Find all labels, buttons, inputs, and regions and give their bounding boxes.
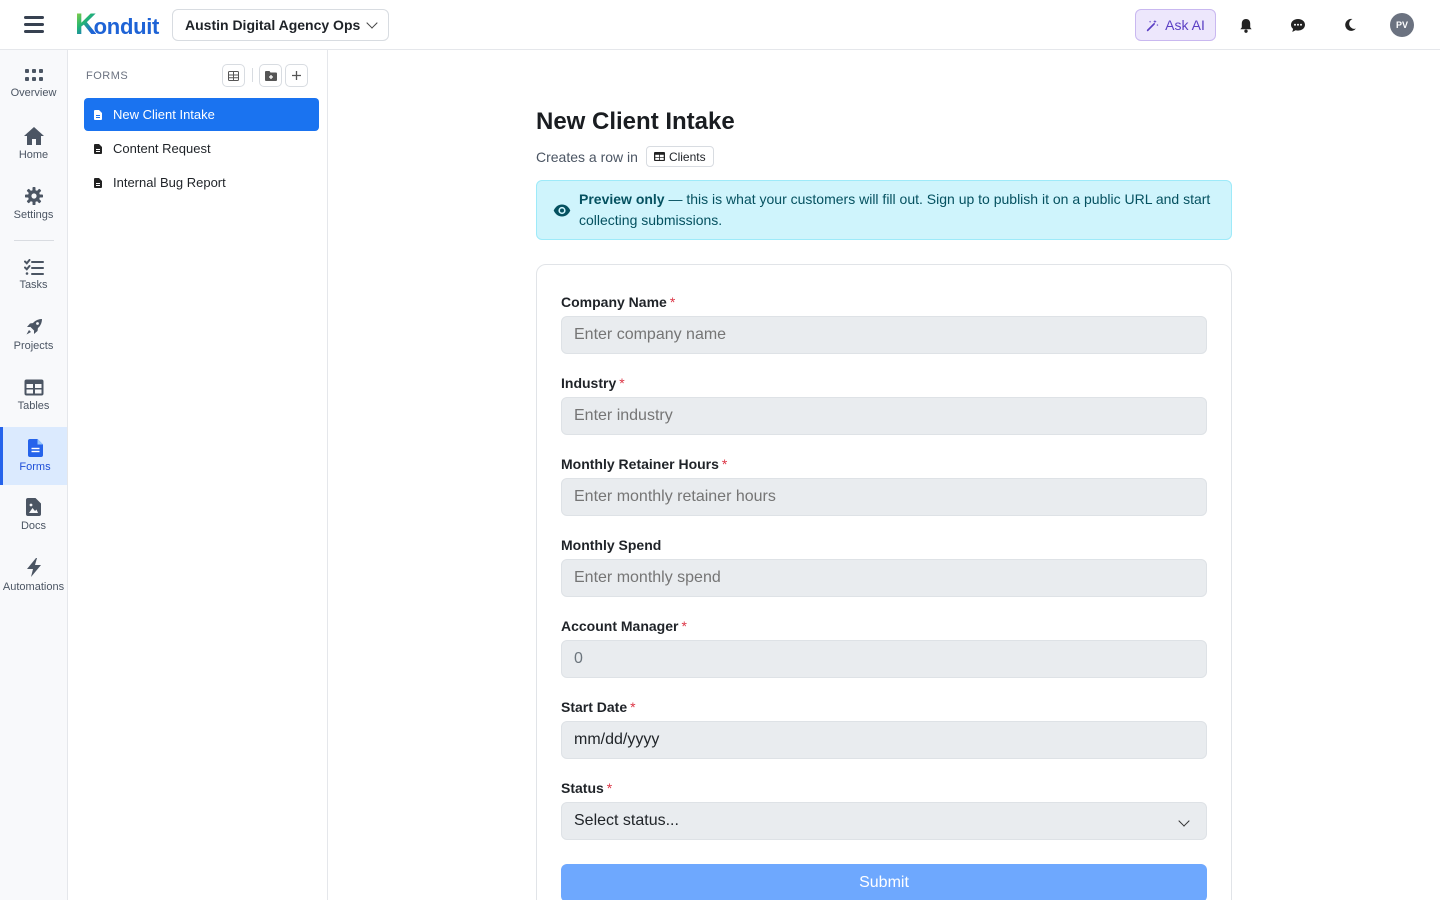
document-icon bbox=[94, 177, 102, 188]
bell-icon[interactable] bbox=[1236, 15, 1256, 35]
rail-item-tables[interactable]: Tables bbox=[0, 366, 67, 424]
creates-row-text: Creates a row in Clients bbox=[536, 146, 714, 167]
chevron-down-icon bbox=[1178, 815, 1190, 827]
table-icon bbox=[653, 152, 665, 161]
preview-text: Preview only — this is what your custome… bbox=[579, 189, 1211, 231]
company-name-label: Company Name * bbox=[561, 294, 676, 310]
doc-image-icon bbox=[26, 498, 41, 516]
rail-item-docs[interactable]: Docs bbox=[0, 486, 67, 544]
rail-item-overview[interactable]: Overview bbox=[0, 55, 67, 113]
required-marker: * bbox=[721, 456, 728, 472]
form-item-label: Content Request bbox=[113, 141, 211, 156]
industry-input[interactable] bbox=[561, 397, 1207, 435]
toolbar-divider bbox=[252, 68, 253, 82]
rocket-icon bbox=[26, 319, 42, 335]
rail-label: Automations bbox=[2, 580, 65, 593]
add-form-button[interactable] bbox=[285, 64, 308, 87]
table-icon bbox=[24, 379, 43, 395]
ask-ai-button[interactable]: Ask AI bbox=[1135, 9, 1216, 41]
account-manager-input[interactable]: 0 bbox=[561, 640, 1207, 678]
checklist-icon bbox=[23, 259, 44, 275]
avatar[interactable]: PV bbox=[1390, 13, 1414, 37]
table-chip[interactable]: Clients bbox=[645, 146, 714, 167]
moon-icon[interactable] bbox=[1340, 15, 1360, 35]
workspace-switcher[interactable]: Austin Digital Agency Ops bbox=[172, 9, 390, 41]
gear-icon bbox=[24, 187, 43, 205]
required-marker: * bbox=[681, 618, 687, 634]
rail-item-tasks[interactable]: Tasks bbox=[0, 246, 67, 304]
company-name-input[interactable] bbox=[561, 316, 1207, 354]
table-view-button[interactable] bbox=[222, 64, 245, 87]
start-date-input[interactable]: mm/dd/yyyy bbox=[561, 721, 1207, 759]
form-item-label: Internal Bug Report bbox=[113, 175, 226, 190]
account-manager-label: Account Manager * bbox=[561, 618, 687, 634]
monthly-spend-label: Monthly Spend bbox=[561, 537, 662, 553]
logo-text: onduit bbox=[93, 13, 160, 39]
required-marker: * bbox=[606, 780, 613, 796]
status-select[interactable]: Select status... bbox=[561, 802, 1207, 840]
rail-label: Tasks bbox=[19, 279, 48, 291]
document-icon bbox=[27, 439, 43, 457]
table-icon bbox=[228, 70, 239, 81]
rail-label: Overview bbox=[10, 87, 57, 99]
account-manager-value: 0 bbox=[574, 650, 583, 667]
rail-label: Projects bbox=[13, 340, 54, 352]
form-card: Company Name* Industry* Monthly Retainer… bbox=[536, 264, 1232, 900]
required-marker: * bbox=[630, 699, 636, 715]
rail-label: Tables bbox=[17, 399, 50, 412]
workspace-name: Austin Digital Agency Ops bbox=[185, 17, 361, 33]
eye-icon bbox=[553, 204, 571, 216]
bolt-icon bbox=[26, 557, 41, 577]
form-item-content-request[interactable]: Content Request bbox=[84, 132, 319, 165]
table-chip-label: Clients bbox=[668, 149, 706, 164]
chat-icon[interactable] bbox=[1288, 15, 1308, 35]
monthly-retainer-hours-label: Monthly Retainer Hours * bbox=[561, 456, 728, 472]
required-marker: * bbox=[669, 294, 676, 310]
submit-button[interactable]: Submit bbox=[561, 864, 1207, 900]
top-bar: Konduit Austin Digital Agency Ops Ask AI… bbox=[0, 0, 1440, 50]
monthly-spend-input[interactable] bbox=[561, 559, 1207, 597]
menu-icon[interactable] bbox=[24, 16, 44, 34]
creates-label: Creates a row in bbox=[536, 148, 638, 165]
rail-item-automations[interactable]: Automations bbox=[0, 546, 67, 604]
konduit-logo[interactable]: Konduit bbox=[75, 10, 160, 40]
required-marker: * bbox=[619, 375, 625, 391]
grid-dots-icon bbox=[24, 69, 43, 81]
document-icon bbox=[94, 143, 102, 154]
folder-plus-icon bbox=[264, 70, 277, 81]
preview-alert: Preview only — this is what your custome… bbox=[536, 180, 1232, 240]
panel-heading: FORMS bbox=[86, 70, 129, 82]
start-date-value: mm/dd/yyyy bbox=[574, 731, 660, 748]
status-label: Status * bbox=[561, 780, 613, 796]
rail-item-projects[interactable]: Projects bbox=[0, 306, 67, 364]
main-content: New Client Intake Creates a row in Clien… bbox=[329, 50, 1440, 900]
page-title: New Client Intake bbox=[536, 108, 735, 135]
form-item-new-client-intake[interactable]: New Client Intake bbox=[84, 98, 319, 131]
home-icon bbox=[23, 127, 44, 145]
monthly-retainer-hours-input[interactable] bbox=[561, 478, 1207, 516]
preview-bold: Preview only bbox=[579, 191, 665, 207]
industry-label: Industry * bbox=[561, 375, 625, 391]
form-item-label: New Client Intake bbox=[113, 107, 215, 122]
rail-label: Forms bbox=[19, 461, 51, 473]
forms-panel: FORMS New Client Intake Content Request … bbox=[68, 50, 328, 900]
plus-icon bbox=[292, 71, 301, 80]
chevron-down-icon bbox=[366, 17, 378, 29]
form-item-internal-bug-report[interactable]: Internal Bug Report bbox=[84, 166, 319, 199]
start-date-label: Start Date * bbox=[561, 699, 636, 715]
preview-body: — this is what your customers will fill … bbox=[579, 191, 1211, 228]
left-rail: Overview Home Settings Tasks Projects Ta… bbox=[0, 50, 68, 900]
ask-ai-label: Ask AI bbox=[1165, 17, 1205, 33]
rail-label: Docs bbox=[20, 520, 47, 532]
rail-item-settings[interactable]: Settings bbox=[0, 175, 67, 233]
new-folder-button[interactable] bbox=[259, 64, 282, 87]
document-icon bbox=[94, 109, 102, 120]
rail-label: Settings bbox=[13, 209, 54, 221]
rail-item-home[interactable]: Home bbox=[0, 115, 67, 173]
rail-item-forms[interactable]: Forms bbox=[0, 427, 67, 485]
rail-label: Home bbox=[18, 149, 49, 161]
rail-divider bbox=[14, 240, 54, 241]
magic-wand-icon bbox=[1146, 19, 1159, 31]
status-select-value: Select status... bbox=[574, 812, 679, 829]
